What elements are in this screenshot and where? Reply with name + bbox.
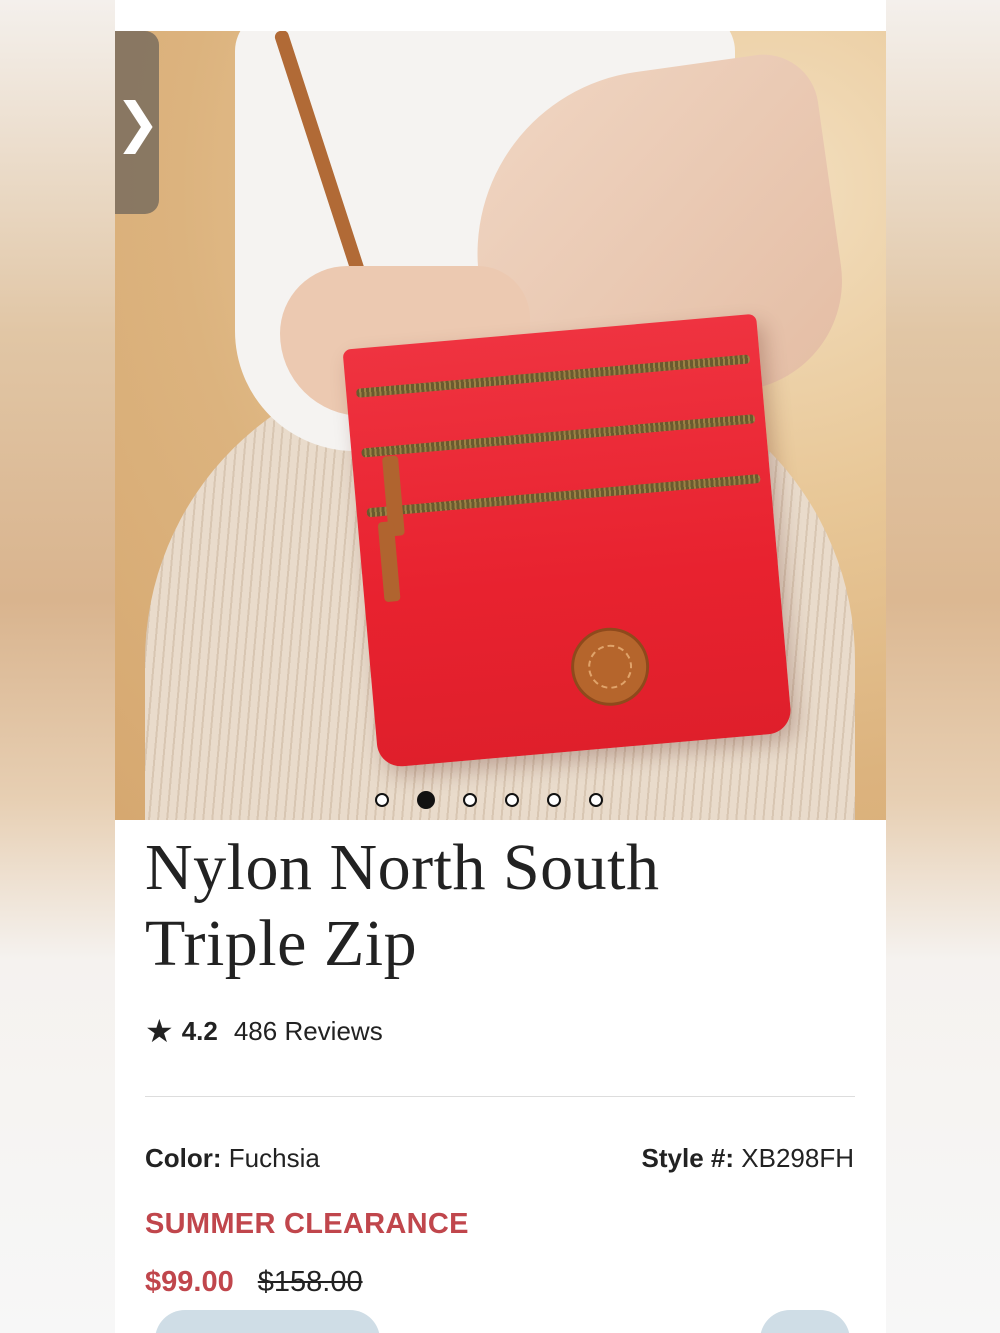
- divider: [145, 1096, 855, 1097]
- chevron-right-icon[interactable]: ❯: [115, 31, 160, 214]
- swatch-button-partial[interactable]: [155, 1310, 380, 1333]
- product-title-line2: Triple Zip: [145, 907, 418, 980]
- product-title: Nylon North South Triple Zip: [145, 830, 845, 982]
- color-value: Fuchsia: [228, 1143, 320, 1173]
- carousel-dot[interactable]: [505, 793, 519, 807]
- sale-price: $99.00: [145, 1266, 234, 1298]
- star-icon: ★: [145, 1012, 174, 1050]
- image-bag: [342, 313, 793, 769]
- carousel-dot[interactable]: [463, 793, 477, 807]
- carousel-dot[interactable]: [547, 793, 561, 807]
- bag-zipper-1: [355, 354, 751, 398]
- bag-zipper-3: [366, 473, 761, 518]
- carousel-dot-active[interactable]: [417, 791, 435, 809]
- product-rating[interactable]: ★ 4.2 486 Reviews: [145, 1012, 383, 1050]
- style-info: Style #: XB298FH: [642, 1143, 854, 1174]
- product-title-line1: Nylon North South: [145, 831, 660, 904]
- product-page: ❯ Nylon North South Triple Zip ★ 4.2 486…: [115, 0, 886, 1333]
- carousel-dot[interactable]: [589, 793, 603, 807]
- product-image[interactable]: [115, 31, 886, 820]
- original-price: $158.00: [257, 1266, 363, 1298]
- bag-zipper-2: [361, 414, 756, 458]
- carousel-dots: [375, 791, 603, 809]
- background-blur-left: [0, 0, 115, 1333]
- carousel-dot[interactable]: [375, 793, 389, 807]
- style-label: Style #:: [641, 1143, 735, 1173]
- review-count[interactable]: 486 Reviews: [234, 1016, 383, 1047]
- rating-value: 4.2: [181, 1015, 218, 1046]
- color-info: Color: Fuchsia: [145, 1143, 320, 1174]
- bag-logo-patch: [567, 624, 653, 710]
- price-block: $99.00 $158.00: [145, 1266, 363, 1299]
- background-blur-right: [885, 0, 1000, 1333]
- color-label: Color:: [145, 1143, 222, 1173]
- promo-label: SUMMER CLEARANCE: [145, 1208, 469, 1240]
- swatch-button-partial-right[interactable]: [760, 1310, 850, 1333]
- style-value: XB298FH: [741, 1143, 854, 1173]
